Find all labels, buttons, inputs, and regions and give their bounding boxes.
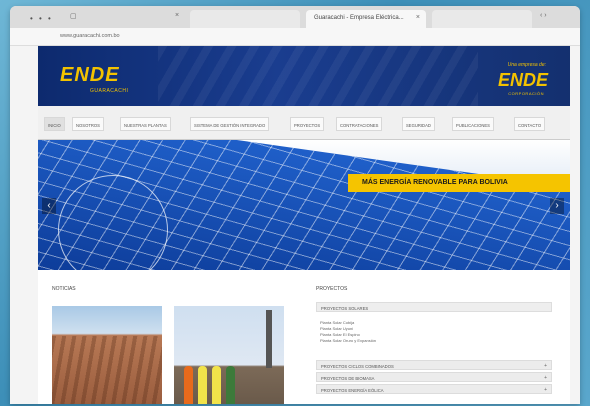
projects-solar-header[interactable]: PROYECTOS SOLARES bbox=[316, 302, 552, 312]
tab-menu-icon[interactable]: ‹ › bbox=[540, 12, 547, 19]
logo-right-subtitle: CORPORACIÓN bbox=[508, 91, 544, 96]
tab-blank[interactable] bbox=[190, 10, 300, 28]
accordion-label: PROYECTOS ENERGÍA EÓLICA bbox=[321, 388, 384, 393]
nav-item-inicio[interactable]: INICIO bbox=[44, 117, 65, 131]
accordion-biomasa[interactable]: PROYECTOS DE BIOMASA + bbox=[316, 372, 552, 382]
project-link[interactable]: Planta Solar El Espino bbox=[320, 332, 360, 337]
prev-slide-icon[interactable]: ‹ bbox=[42, 198, 56, 214]
expand-icon[interactable]: + bbox=[544, 387, 547, 393]
nav-item-plantas[interactable]: NUESTRAS PLANTAS bbox=[120, 117, 171, 131]
news-photo-1[interactable] bbox=[52, 306, 162, 404]
expand-icon[interactable]: + bbox=[544, 375, 547, 381]
projects-title: PROYECTOS bbox=[316, 286, 348, 292]
ende-corporacion-logo[interactable]: ENDE bbox=[498, 70, 548, 91]
url-text[interactable]: www.guaracachi.com.bo bbox=[60, 33, 120, 39]
photo-person bbox=[212, 366, 221, 404]
nav-item-seguridad[interactable]: SEGURIDAD bbox=[402, 117, 435, 131]
tab-guaracachi[interactable]: Guaracachi - Empresa Eléctrica... × bbox=[306, 10, 426, 28]
nav-item-contacto[interactable]: CONTACTO bbox=[514, 117, 546, 131]
photo-person bbox=[226, 366, 235, 404]
accordion-eolica[interactable]: PROYECTOS ENERGÍA EÓLICA + bbox=[316, 384, 552, 394]
tab-close-icon[interactable]: × bbox=[416, 14, 420, 21]
next-slide-icon[interactable]: › bbox=[550, 198, 564, 214]
home-icon[interactable]: ▢ bbox=[70, 12, 77, 20]
project-link[interactable]: Planta Solar Uyuni bbox=[320, 326, 353, 331]
close-icon[interactable]: × bbox=[175, 12, 179, 19]
browser-window: • • • ▢ × Guaracachi - Empresa Eléctrica… bbox=[10, 6, 580, 404]
photo-crane bbox=[266, 310, 272, 368]
accordion-label: PROYECTOS DE BIOMASA bbox=[321, 376, 375, 381]
tab-label: Guaracachi - Empresa Eléctrica... bbox=[314, 15, 404, 21]
accordion-ciclos[interactable]: PROYECTOS CICLOS COMBINADOS + bbox=[316, 360, 552, 370]
news-title: NOTICIAS bbox=[52, 286, 76, 292]
main-nav: INICIO NOSOTROS NUESTRAS PLANTAS SISTEMA… bbox=[38, 106, 570, 140]
news-photo-2[interactable] bbox=[174, 306, 284, 404]
address-bar[interactable]: www.guaracachi.com.bo bbox=[10, 28, 580, 46]
ende-guaracachi-logo[interactable]: ENDE bbox=[60, 64, 120, 87]
logo-left-subtitle: GUARACACHI bbox=[90, 88, 129, 94]
expand-icon[interactable]: + bbox=[544, 363, 547, 369]
content-area: NOTICIAS PROYECTOS PROYECTOS SOLARES Pla… bbox=[38, 270, 570, 404]
site-header: ENDE GUARACACHI Una empresa de: ENDE COR… bbox=[38, 46, 570, 106]
header-decoration bbox=[158, 46, 478, 106]
photo-person bbox=[198, 366, 207, 404]
nav-item-contrataciones[interactable]: CONTRATACIONES bbox=[336, 117, 383, 131]
accordion-label: PROYECTOS CICLOS COMBINADOS bbox=[321, 364, 394, 369]
photo-person bbox=[184, 366, 193, 404]
tab-blank-2[interactable] bbox=[432, 10, 532, 28]
project-link[interactable]: Planta Solar Cobija bbox=[320, 320, 354, 325]
hero-banner: MÁS ENERGÍA RENOVABLE PARA BOLIVIA ‹ › bbox=[38, 140, 570, 270]
nav-item-nosotros[interactable]: NOSOTROS bbox=[72, 117, 104, 131]
web-page: ENDE GUARACACHI Una empresa de: ENDE COR… bbox=[38, 46, 570, 404]
banner-slogan: MÁS ENERGÍA RENOVABLE PARA BOLIVIA bbox=[348, 174, 570, 192]
tab-bar: • • • ▢ × Guaracachi - Empresa Eléctrica… bbox=[10, 6, 580, 28]
photo-ground bbox=[52, 336, 162, 404]
project-link[interactable]: Planta Solar Oruro y Expansión bbox=[320, 338, 376, 343]
nav-item-publicaciones[interactable]: PUBLICACIONES bbox=[452, 117, 494, 131]
nav-item-sistema[interactable]: SISTEMA DE GESTIÓN INTEGRADO bbox=[190, 117, 270, 131]
logo-right-caption: Una empresa de: bbox=[507, 62, 546, 68]
window-controls[interactable]: • • • bbox=[30, 14, 53, 23]
nav-item-proyectos[interactable]: PROYECTOS bbox=[290, 117, 325, 131]
